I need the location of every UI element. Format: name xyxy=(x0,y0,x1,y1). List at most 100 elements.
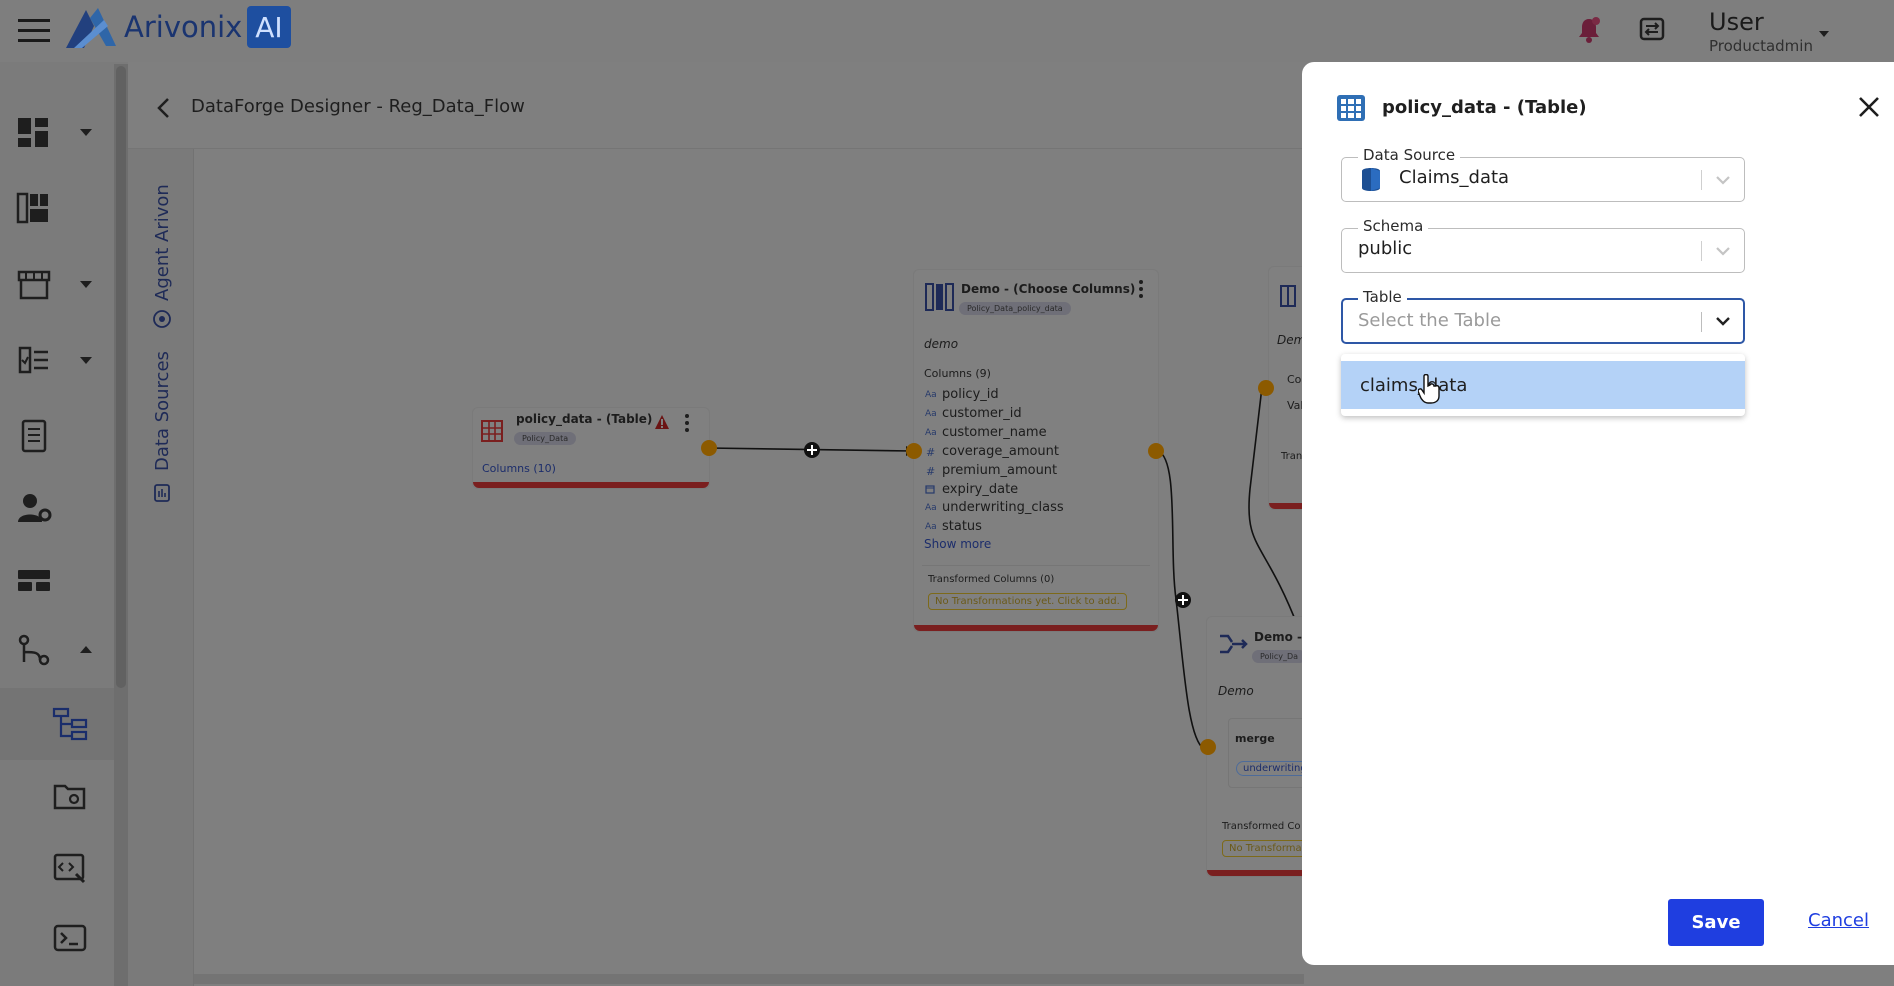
option-label: claims_data xyxy=(1360,375,1468,396)
user-menu-caret-icon[interactable] xyxy=(1818,28,1830,40)
merge-icon xyxy=(1220,634,1248,654)
nav-item-folder-settings[interactable] xyxy=(0,760,114,832)
select-separator xyxy=(1701,241,1702,261)
hamburger-menu-icon[interactable] xyxy=(18,18,50,44)
nav-item-workflows[interactable] xyxy=(0,614,114,686)
dashboard-icon xyxy=(18,118,48,147)
data-source-value: Claims_data xyxy=(1399,167,1510,188)
side-tabs: Agent Arivon Data Sources xyxy=(128,149,194,986)
tab-agent-arivon[interactable]: Agent Arivon xyxy=(152,184,173,301)
nav-item-code-settings[interactable] xyxy=(0,832,114,904)
left-navigation xyxy=(0,62,128,986)
database-icon xyxy=(1362,168,1380,191)
switch-account-icon[interactable] xyxy=(1638,16,1666,42)
column-type-icon: Aa xyxy=(925,503,937,513)
node-menu-icon[interactable] xyxy=(683,413,691,433)
nav-item-dataforge[interactable] xyxy=(0,688,114,760)
node-row: Co xyxy=(1287,373,1302,386)
user-name[interactable]: User xyxy=(1709,8,1764,36)
terminal-icon xyxy=(53,924,87,952)
output-port[interactable] xyxy=(1148,443,1164,459)
user-settings-icon xyxy=(18,494,52,522)
nav-scrollbar-thumb[interactable] xyxy=(116,66,126,688)
column-item: status xyxy=(942,519,982,534)
table-grid-icon xyxy=(1337,95,1365,121)
nav-item-widgets[interactable] xyxy=(0,172,114,244)
agent-icon xyxy=(153,310,171,328)
node-type-icon xyxy=(1280,285,1296,307)
layout-icon xyxy=(18,570,50,591)
chevron-down-icon[interactable] xyxy=(1712,310,1734,332)
column-item: customer_id xyxy=(942,406,1022,421)
folder-settings-icon xyxy=(53,784,86,810)
back-arrow-icon[interactable] xyxy=(152,96,176,120)
input-port[interactable] xyxy=(1200,739,1216,755)
nav-item-terminal[interactable] xyxy=(0,902,114,974)
nav-item-layout[interactable] xyxy=(0,544,114,616)
nav-scrollbar[interactable] xyxy=(114,64,128,986)
column-item: coverage_amount xyxy=(942,444,1060,459)
node-source-pill: Policy_Data xyxy=(514,432,577,445)
node-description: demo xyxy=(924,337,959,351)
node-title: policy_data - (Table) xyxy=(516,412,653,426)
report-icon xyxy=(21,419,47,453)
hand-pointer-icon xyxy=(1418,374,1440,404)
nav-item-marketplace[interactable] xyxy=(0,248,114,320)
column-type-icon: # xyxy=(926,465,936,478)
node-row: Val xyxy=(1287,399,1304,412)
input-port[interactable] xyxy=(1258,380,1274,396)
store-icon xyxy=(17,270,51,300)
chevron-down-icon[interactable] xyxy=(1712,240,1734,262)
caret-down-icon xyxy=(80,129,92,136)
node-row: Tran xyxy=(1281,451,1303,462)
data-source-label: Data Source xyxy=(1358,146,1461,164)
table-placeholder: Select the Table xyxy=(1358,310,1502,331)
calendar-icon xyxy=(925,485,935,494)
merge-card xyxy=(1228,718,1308,788)
output-port[interactable] xyxy=(701,440,717,456)
panel-title: policy_data - (Table) xyxy=(1382,97,1587,118)
add-transformation-button[interactable]: No Transformations yet. Click to add. xyxy=(928,593,1127,610)
column-type-icon: Aa xyxy=(925,390,937,400)
flow-icon xyxy=(18,634,50,666)
app-root: Arivonix AI User Productadmin DataForge … xyxy=(0,0,1894,986)
schema-label: Schema xyxy=(1358,217,1429,235)
select-separator xyxy=(1701,170,1702,190)
show-more-link[interactable]: Show more xyxy=(924,537,991,551)
nav-item-dashboard[interactable] xyxy=(0,96,114,168)
notification-bell-icon[interactable] xyxy=(1576,16,1602,44)
node-menu-icon[interactable] xyxy=(1137,279,1145,299)
checklist-icon xyxy=(18,346,48,374)
tab-data-sources[interactable]: Data Sources xyxy=(152,351,173,471)
table-icon xyxy=(481,420,503,442)
column-item: expiry_date xyxy=(942,482,1019,497)
nav-item-user-settings[interactable] xyxy=(0,472,114,544)
node-title: Demo - (Choose Columns) xyxy=(961,282,1136,296)
warning-icon[interactable] xyxy=(654,414,670,430)
close-icon[interactable] xyxy=(1856,94,1882,120)
select-separator xyxy=(1701,312,1702,332)
chevron-down-icon[interactable] xyxy=(1712,169,1734,191)
nav-item-rules[interactable] xyxy=(0,324,114,396)
user-role: Productadmin xyxy=(1709,37,1813,55)
column-type-icon: Aa xyxy=(925,409,937,419)
input-port[interactable] xyxy=(906,443,922,459)
save-button[interactable]: Save xyxy=(1668,899,1764,946)
node-columns-count: Columns (9) xyxy=(924,367,991,380)
divider xyxy=(922,565,1150,566)
cancel-button[interactable]: Cancel xyxy=(1808,910,1869,931)
data-sources-icon xyxy=(154,484,170,502)
nav-item-reports[interactable] xyxy=(0,400,114,472)
schema-value: public xyxy=(1358,238,1413,259)
canvas-horizontal-scrollbar[interactable] xyxy=(194,974,1304,984)
column-type-icon: Aa xyxy=(925,522,937,532)
caret-down-icon xyxy=(80,357,92,364)
column-item: policy_id xyxy=(942,387,999,402)
logo-icon xyxy=(66,8,116,48)
column-type-icon: # xyxy=(926,446,936,459)
node-columns-count[interactable]: Columns (10) xyxy=(482,462,556,475)
column-type-icon: Aa xyxy=(925,428,937,438)
table-label: Table xyxy=(1358,288,1407,306)
widgets-icon xyxy=(16,192,48,224)
column-item: underwriting_class xyxy=(942,500,1064,515)
